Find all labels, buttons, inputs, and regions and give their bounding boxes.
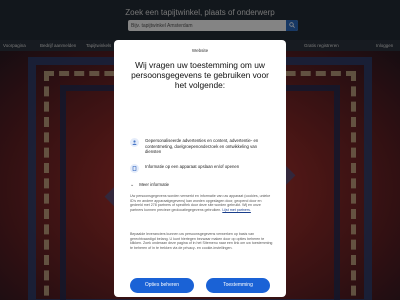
site-brand: Website [191,48,209,53]
purpose-text: Informatie op een apparaat opslaan en/of… [145,164,240,169]
manage-options-button[interactable]: Opties beheren [130,278,194,293]
partner-list-link[interactable]: Lijst met partners. [222,208,251,212]
purpose-personalised-ads: Gepersonaliseerde advertenties en conten… [130,138,274,158]
chevron-down-icon: ⌄ [130,182,135,188]
person-icon [130,138,139,147]
consent-heading: Wij vragen uw toestemming om uw persoons… [131,60,269,90]
more-info-label: Meer informatie [139,182,170,187]
purpose-text: Gepersonaliseerde advertenties en conten… [145,138,259,155]
consent-button[interactable]: Toestemming [206,278,270,293]
device-icon [130,164,139,173]
more-info-toggle[interactable]: ⌄ Meer informatie [130,182,169,188]
consent-description: Uw persoonsgegevens worden verwerkt en i… [130,194,274,213]
legitimate-interest-text: Bepaalde leveranciers kunnen uw persoons… [130,232,273,251]
purpose-device-storage: Informatie op een apparaat opslaan en/of… [130,164,274,174]
consent-dialog: Website Wij vragen uw toestemming om uw … [114,40,286,297]
